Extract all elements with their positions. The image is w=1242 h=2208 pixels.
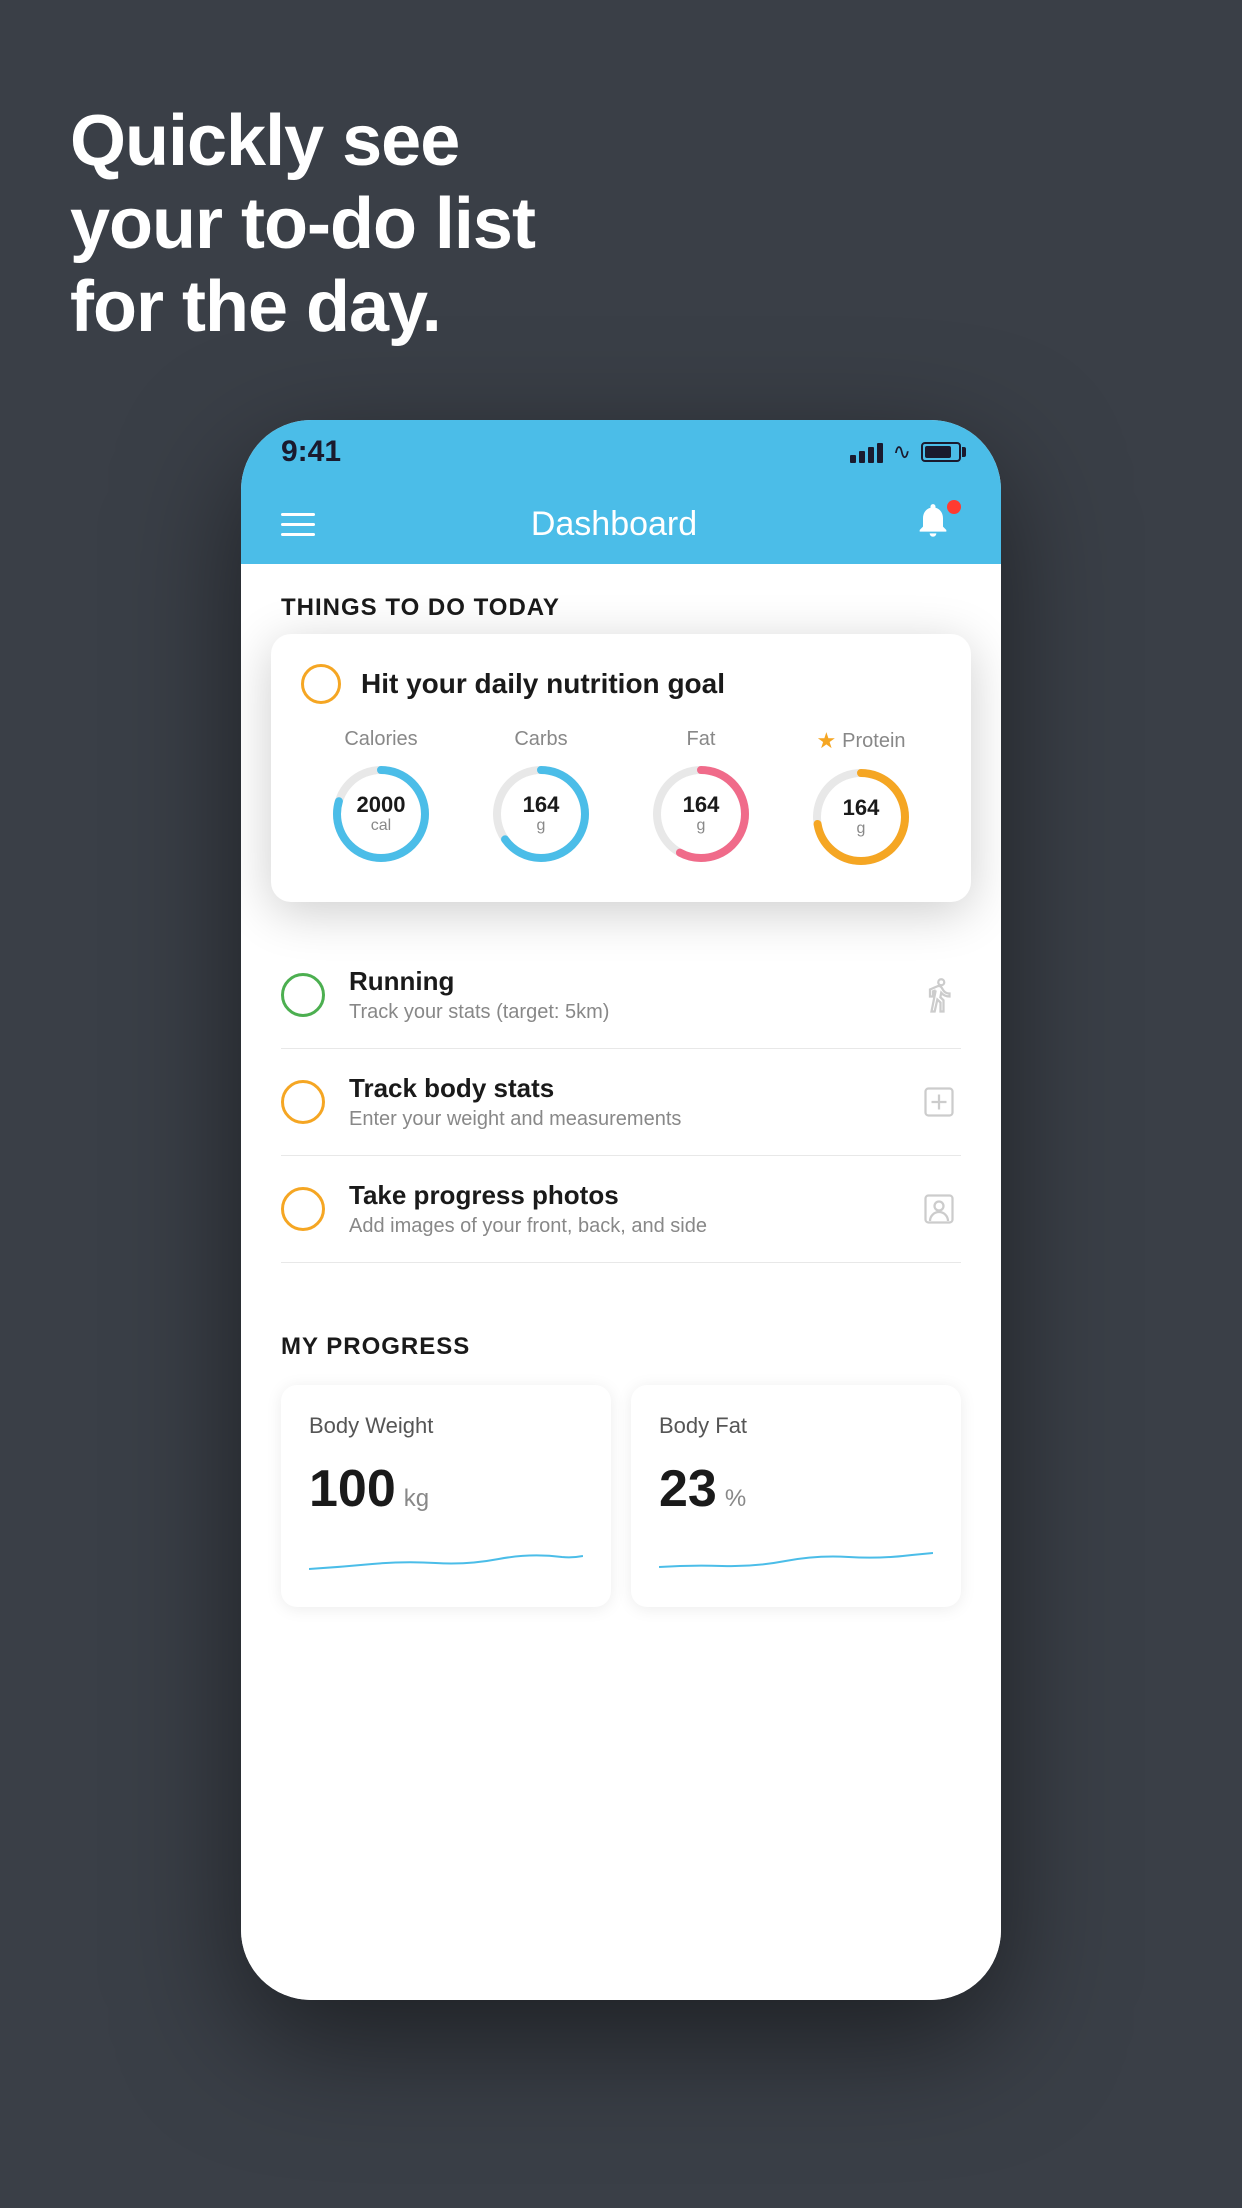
- person-icon: [917, 1187, 961, 1231]
- progress-cards: Body Weight 100 kg Body Fat: [281, 1385, 961, 1607]
- nutrition-grid: Calories 2000 cal: [301, 728, 941, 872]
- body-stats-circle: [281, 1080, 325, 1124]
- things-to-do-header: THINGS TO DO TODAY: [241, 564, 1001, 642]
- nav-bar: Dashboard: [241, 484, 1001, 564]
- nutrition-card-title: Hit your daily nutrition goal: [361, 668, 725, 700]
- running-title: Running: [349, 966, 893, 997]
- carbs-label: Carbs: [514, 728, 567, 751]
- body-fat-value: 23: [659, 1459, 717, 1519]
- main-content: THINGS TO DO TODAY Hit your daily nutrit…: [241, 564, 1001, 2000]
- body-weight-title: Body Weight: [309, 1413, 583, 1439]
- nav-title: Dashboard: [531, 505, 697, 544]
- status-icons: ∿: [850, 439, 961, 465]
- carbs-donut: 164 g: [486, 759, 596, 869]
- signal-icon: [850, 441, 883, 463]
- notification-bell-icon[interactable]: [913, 500, 961, 548]
- notification-dot: [947, 500, 961, 514]
- scale-icon: [917, 1080, 961, 1124]
- status-time: 9:41: [281, 435, 341, 469]
- body-fat-value-row: 23 %: [659, 1459, 933, 1519]
- fat-label: Fat: [687, 728, 716, 751]
- running-icon: [917, 973, 961, 1017]
- nutrition-card: Hit your daily nutrition goal Calories: [271, 634, 971, 902]
- photos-circle: [281, 1187, 325, 1231]
- body-weight-unit: kg: [404, 1485, 429, 1513]
- body-fat-card: Body Fat 23 %: [631, 1385, 961, 1607]
- calories-label: Calories: [344, 728, 417, 751]
- progress-header: MY PROGRESS: [281, 1333, 961, 1361]
- protein-label: ★ Protein: [816, 728, 905, 754]
- nutrition-check-circle[interactable]: [301, 664, 341, 704]
- body-stats-info: Track body stats Enter your weight and m…: [349, 1073, 893, 1131]
- body-weight-card: Body Weight 100 kg: [281, 1385, 611, 1607]
- protein-donut: 164 g: [806, 762, 916, 872]
- phone-mockup: 9:41 ∿ Dashboard: [241, 420, 1001, 2000]
- nutrition-protein: ★ Protein 164 g: [806, 728, 916, 872]
- todo-item-body-stats[interactable]: Track body stats Enter your weight and m…: [281, 1049, 961, 1156]
- todo-list: Running Track your stats (target: 5km) T…: [241, 942, 1001, 1263]
- running-circle: [281, 973, 325, 1017]
- wifi-icon: ∿: [893, 439, 911, 465]
- todo-item-photos[interactable]: Take progress photos Add images of your …: [281, 1156, 961, 1263]
- progress-section: MY PROGRESS Body Weight 100 kg: [241, 1293, 1001, 1607]
- body-stats-subtitle: Enter your weight and measurements: [349, 1108, 893, 1131]
- nutrition-carbs: Carbs 164 g: [486, 728, 596, 869]
- hamburger-menu[interactable]: [281, 513, 315, 536]
- running-info: Running Track your stats (target: 5km): [349, 966, 893, 1024]
- protein-star-icon: ★: [816, 728, 836, 754]
- body-weight-value-row: 100 kg: [309, 1459, 583, 1519]
- phone-container: 9:41 ∿ Dashboard: [241, 420, 1001, 2020]
- running-subtitle: Track your stats (target: 5km): [349, 1001, 893, 1024]
- photos-subtitle: Add images of your front, back, and side: [349, 1215, 893, 1238]
- photos-info: Take progress photos Add images of your …: [349, 1180, 893, 1238]
- battery-icon: [921, 442, 961, 462]
- nutrition-fat: Fat 164 g: [646, 728, 756, 869]
- body-fat-title: Body Fat: [659, 1413, 933, 1439]
- body-weight-value: 100: [309, 1459, 396, 1519]
- body-stats-title: Track body stats: [349, 1073, 893, 1104]
- hero-text: Quickly see your to-do list for the day.: [70, 100, 535, 348]
- status-bar: 9:41 ∿: [241, 420, 1001, 484]
- photos-title: Take progress photos: [349, 1180, 893, 1211]
- body-weight-chart: [309, 1539, 583, 1579]
- calories-donut: 2000 cal: [326, 759, 436, 869]
- body-fat-chart: [659, 1539, 933, 1579]
- fat-donut: 164 g: [646, 759, 756, 869]
- todo-item-running[interactable]: Running Track your stats (target: 5km): [281, 942, 961, 1049]
- body-fat-unit: %: [725, 1485, 746, 1513]
- nutrition-calories: Calories 2000 cal: [326, 728, 436, 869]
